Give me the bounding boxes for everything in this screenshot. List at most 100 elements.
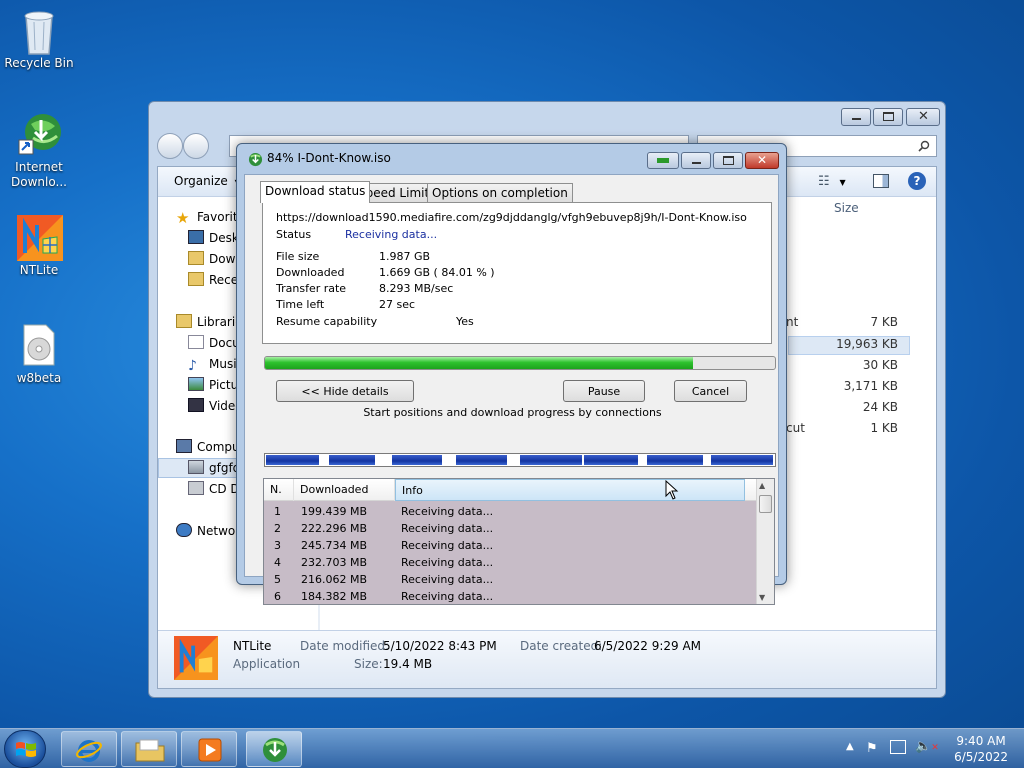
scrollbar-thumb[interactable] (759, 495, 772, 513)
resume-capability-label: Resume capability (276, 315, 378, 328)
column-header-downloaded[interactable]: Downloaded (294, 479, 395, 501)
volume-muted-icon[interactable]: 🔈✕ (915, 739, 939, 754)
nav-pictures[interactable]: Pictur (188, 375, 243, 395)
file-size-label: File size (276, 250, 320, 263)
idm-globe-icon (263, 738, 287, 762)
connection-info: Receiving data... (401, 573, 494, 586)
connection-number: 1 (274, 505, 281, 518)
action-center-flag-icon[interactable]: ⚑ (866, 741, 878, 756)
computer-icon (176, 439, 192, 453)
dialog-title: 84% I-Dont-Know.iso (267, 151, 391, 165)
table-row[interactable]: 6 184.382 MB Receiving data... (264, 588, 756, 604)
show-hidden-icons-button[interactable]: ▲ (846, 741, 854, 752)
connection-segment (456, 455, 507, 465)
dialog-minimize-button[interactable] (681, 152, 711, 169)
taskbar-media-player[interactable] (181, 731, 237, 767)
file-type-fragment: nt (786, 315, 799, 329)
table-row[interactable]: 5 216.062 MB Receiving data... (264, 571, 756, 588)
taskbar-internet-explorer[interactable] (61, 731, 117, 767)
nav-documents[interactable]: Docu (188, 333, 240, 353)
nav-computer[interactable]: Compu (176, 437, 240, 457)
file-type-fragment: cut (786, 421, 805, 435)
connections-list-scrollbar[interactable]: ▲ ▼ (756, 479, 774, 604)
dialog-close-button[interactable]: ✕ (745, 152, 779, 169)
tray-arrow-icon (657, 158, 669, 163)
column-header-number[interactable]: N. (264, 479, 294, 501)
organize-button[interactable]: Organize ▼ (174, 174, 241, 188)
hide-details-button[interactable]: << Hide details (276, 380, 414, 402)
desktop-icon-recycle-bin[interactable]: Recycle Bin (0, 8, 78, 71)
nav-videos[interactable]: Video (188, 396, 243, 416)
table-row[interactable]: 2 222.296 MB Receiving data... (264, 520, 756, 537)
file-size-value: 1.987 GB (379, 250, 431, 263)
desktop-icon-internet-download-manager[interactable]: Internet Downlo... (0, 112, 78, 190)
nav-favorites[interactable]: ★ Favorite (176, 207, 245, 227)
organize-label: Organize (174, 174, 228, 188)
tab-options-on-completion[interactable]: Options on completion (427, 183, 573, 203)
recent-places-icon (188, 272, 204, 286)
nav-libraries[interactable]: Librarie (176, 312, 243, 332)
idm-globe-icon (17, 112, 61, 156)
file-size: 7 KB (870, 315, 898, 329)
forward-button[interactable] (183, 133, 209, 159)
connection-segment (266, 455, 319, 465)
time-left-value: 27 sec (379, 298, 416, 311)
network-status-icon[interactable] (890, 740, 906, 754)
taskbar-windows-explorer[interactable] (121, 731, 177, 767)
explorer-close-button[interactable]: ✕ (906, 108, 940, 126)
hard-drive-icon (188, 460, 204, 474)
internet-explorer-icon (76, 740, 102, 762)
cancel-button[interactable]: Cancel (674, 380, 747, 402)
view-options-button[interactable]: ☷ ▼ (818, 174, 848, 190)
connection-segment (647, 455, 703, 465)
film-icon (188, 398, 204, 412)
idm-globe-icon (248, 152, 263, 167)
explorer-minimize-button[interactable] (841, 108, 871, 126)
nav-drive-gfgfd[interactable]: gfgfd (188, 458, 240, 478)
connection-segment (520, 455, 582, 465)
size-label: Size: (354, 657, 383, 671)
connection-downloaded: 184.382 MB (301, 590, 368, 603)
taskbar-internet-download-manager[interactable] (246, 731, 302, 767)
tab-download-status[interactable]: Download status (260, 181, 371, 203)
date-modified-value: 5/10/2022 8:43 PM (383, 639, 497, 653)
minimize-to-tray-button[interactable] (647, 152, 679, 169)
column-header-info[interactable]: Info (395, 479, 745, 501)
dialog-maximize-button[interactable] (713, 152, 743, 169)
size-column-header[interactable]: Size (834, 201, 859, 215)
connection-number: 6 (274, 590, 281, 603)
mouse-cursor-icon (665, 480, 679, 500)
taskbar: ▲ ⚑ 🔈✕ 9:40 AM 6/5/2022 (0, 728, 1024, 768)
cd-drive-icon (188, 481, 204, 495)
connection-number: 3 (274, 539, 281, 552)
desktop-icon-ntlite[interactable]: NTLite (0, 215, 78, 278)
table-row[interactable]: 4 232.703 MB Receiving data... (264, 554, 756, 571)
table-row[interactable]: 1 199.439 MB Receiving data... (264, 503, 756, 520)
details-file-name: NTLite (233, 639, 272, 653)
connection-downloaded: 216.062 MB (301, 573, 368, 586)
nav-downloads[interactable]: Down (188, 249, 243, 269)
chevron-up-icon: ▲ (846, 741, 854, 752)
connection-info: Receiving data... (401, 539, 494, 552)
download-progress-bar (264, 356, 776, 370)
explorer-maximize-button[interactable] (873, 108, 903, 126)
preview-pane-icon[interactable] (873, 174, 889, 188)
status-label: Status (276, 228, 312, 241)
nav-music[interactable]: ♪ Music (188, 354, 243, 374)
scroll-up-arrow-icon[interactable]: ▲ (759, 481, 765, 490)
ntlite-icon (17, 215, 63, 261)
scroll-down-arrow-icon[interactable]: ▼ (759, 593, 765, 602)
back-button[interactable] (157, 133, 183, 159)
dialog-body: Download status Speed Limiter Options on… (244, 174, 779, 605)
nav-network[interactable]: Networ (176, 521, 240, 541)
connections-list-header: N. Downloaded Info (264, 479, 756, 501)
help-icon[interactable]: ? (908, 172, 926, 190)
size-value: 19.4 MB (383, 657, 433, 671)
network-icon (176, 523, 192, 537)
table-row[interactable]: 3 245.734 MB Receiving data... (264, 537, 756, 554)
system-clock[interactable]: 9:40 AM 6/5/2022 (954, 733, 1008, 765)
start-button[interactable] (4, 730, 46, 768)
connection-number: 2 (274, 522, 281, 535)
desktop-icon-w8beta[interactable]: w8beta (0, 323, 78, 386)
pause-button[interactable]: Pause (563, 380, 645, 402)
